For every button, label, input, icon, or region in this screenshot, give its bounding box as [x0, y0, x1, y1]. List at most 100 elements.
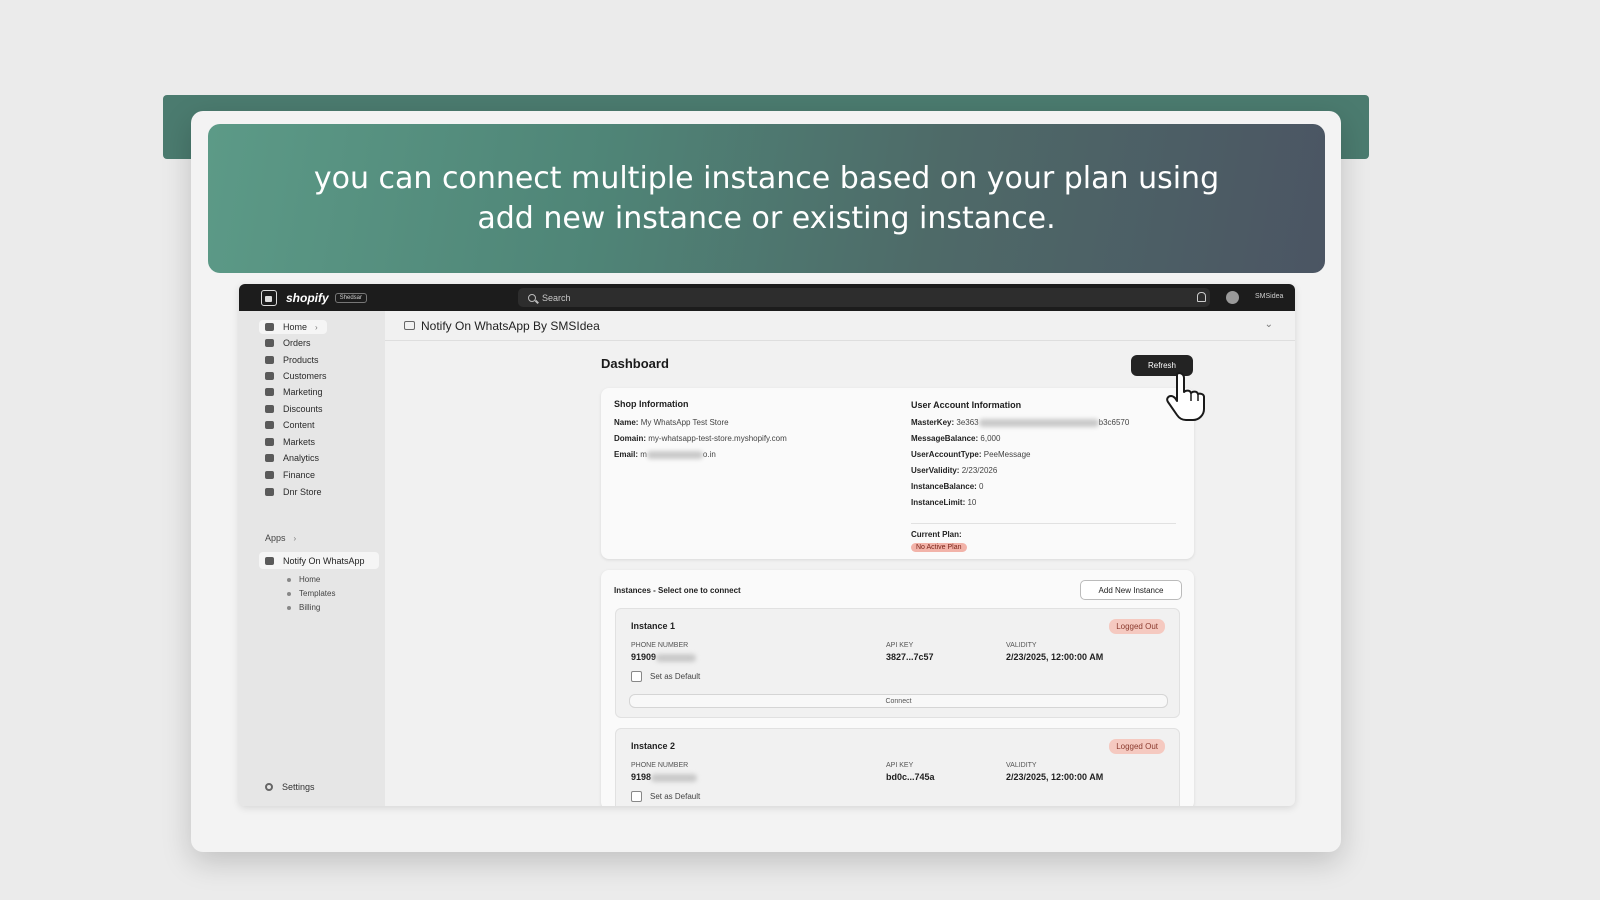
- app-title: Notify On WhatsApp By SMSIdea: [421, 318, 600, 333]
- admin-sidebar: Home › Orders Products Customers Marketin…: [239, 311, 385, 806]
- set-default-checkbox[interactable]: [631, 791, 642, 802]
- sidebar-item-customers[interactable]: Customers: [265, 369, 327, 383]
- bar-chart-icon: [265, 454, 274, 462]
- app-sub-item-templates[interactable]: Templates: [287, 589, 335, 598]
- admin-search-bar[interactable]: Search: [518, 288, 1210, 307]
- chevron-right-icon: ›: [293, 534, 297, 543]
- user-avatar[interactable]: [1226, 291, 1239, 304]
- target-icon: [265, 388, 274, 396]
- sidebar-item-finance[interactable]: Finance: [265, 468, 315, 482]
- shopify-bag-icon: [261, 289, 277, 306]
- validity-label: VALIDITY: [1006, 642, 1037, 649]
- status-badge: Logged Out: [1109, 739, 1165, 754]
- instances-card: Instances - Select one to connect Add Ne…: [601, 570, 1194, 806]
- sidebar-item-online-store[interactable]: Dnr Store: [265, 485, 322, 499]
- info-card: Shop Information Name: My WhatsApp Test …: [601, 388, 1194, 559]
- instance-name: Instance 1: [631, 621, 676, 631]
- store-badge: Shedsar: [334, 292, 368, 303]
- redacted-phone: [651, 773, 698, 782]
- sidebar-item-home[interactable]: Home ›: [259, 320, 327, 334]
- orders-icon: [265, 339, 274, 347]
- caption-text: you can connect multiple instance based …: [313, 160, 1220, 236]
- chevron-down-icon[interactable]: ⌄: [1265, 319, 1273, 330]
- instance-limit-row: InstanceLimit: 10: [911, 498, 977, 507]
- redacted-email: [646, 450, 703, 459]
- sidebar-item-products[interactable]: Products: [265, 353, 319, 367]
- bullet-icon: [287, 577, 291, 582]
- redacted-master-key: [978, 418, 1099, 427]
- message-balance-row: MessageBalance: 6,000: [911, 434, 1001, 443]
- redacted-phone: [656, 653, 697, 662]
- chat-icon: [404, 321, 415, 330]
- finance-icon: [265, 471, 274, 479]
- app-sub-item-billing[interactable]: Billing: [287, 603, 320, 612]
- tag-icon: [265, 356, 274, 364]
- app-icon: [265, 556, 274, 565]
- account-info-title: User Account Information: [911, 400, 1022, 410]
- person-icon: [265, 372, 274, 380]
- set-default-row[interactable]: Set as Default: [631, 671, 700, 682]
- sidebar-item-settings[interactable]: Settings: [265, 782, 315, 792]
- current-plan-label: Current Plan:: [911, 530, 962, 539]
- api-key-value: bd0c...745a: [886, 772, 935, 782]
- api-key-value: 3827...7c57: [886, 652, 934, 662]
- divider: [911, 523, 1176, 524]
- shop-info-title: Shop Information: [614, 399, 689, 409]
- shop-domain-row: Domain: my-whatsapp-test-store.myshopify…: [614, 434, 787, 443]
- store-icon: [265, 488, 274, 496]
- shopify-admin-window: shopify Shedsar Search SMSidea Home › Ord…: [239, 284, 1295, 806]
- chevron-right-icon: ›: [315, 322, 318, 332]
- shop-email-row: Email: m o.in: [614, 450, 716, 459]
- app-header: Notify On WhatsApp By SMSIdea ⌄: [385, 311, 1295, 341]
- phone-value: 91909: [631, 652, 697, 662]
- shop-name-row: Name: My WhatsApp Test Store: [614, 418, 729, 427]
- discount-icon: [265, 405, 274, 413]
- content-icon: [265, 421, 274, 429]
- bullet-icon: [287, 591, 291, 596]
- search-placeholder: Search: [542, 292, 571, 303]
- sidebar-item-discounts[interactable]: Discounts: [265, 402, 323, 416]
- validity-value: 2/23/2025, 12:00:00 AM: [1006, 772, 1104, 782]
- admin-topbar: shopify Shedsar Search SMSidea: [239, 284, 1295, 311]
- instances-title: Instances - Select one to connect: [614, 586, 741, 595]
- validity-value: 2/23/2025, 12:00:00 AM: [1006, 652, 1104, 662]
- markets-icon: [265, 438, 274, 446]
- instance-name: Instance 2: [631, 741, 676, 751]
- search-icon: [528, 293, 536, 302]
- hand-pointer-cursor-icon: [1166, 372, 1205, 421]
- bullet-icon: [287, 605, 291, 610]
- shopify-logo-text: shopify: [286, 290, 329, 305]
- account-type-row: UserAccountType: PeeMessage: [911, 450, 1031, 459]
- phone-label: PHONE NUMBER: [631, 762, 689, 769]
- sidebar-item-markets[interactable]: Markets: [265, 435, 315, 449]
- sidebar-item-marketing[interactable]: Marketing: [265, 385, 323, 399]
- api-key-label: API KEY: [886, 642, 914, 649]
- plan-status-badge: No Active Plan: [911, 543, 967, 552]
- page-title: Dashboard: [601, 356, 669, 371]
- instance-item: Instance 1 Logged Out PHONE NUMBER 91909…: [615, 608, 1180, 718]
- phone-value: 9198: [631, 772, 698, 782]
- api-key-label: API KEY: [886, 762, 914, 769]
- sidebar-item-analytics[interactable]: Analytics: [265, 451, 319, 465]
- user-name[interactable]: SMSidea: [1255, 293, 1283, 300]
- user-validity-row: UserValidity: 2/23/2026: [911, 466, 998, 475]
- add-new-instance-button[interactable]: Add New Instance: [1080, 580, 1182, 600]
- instance-item: Instance 2 Logged Out PHONE NUMBER 9198 …: [615, 728, 1180, 806]
- sidebar-item-content[interactable]: Content: [265, 418, 315, 432]
- status-badge: Logged Out: [1109, 619, 1165, 634]
- apps-section-label[interactable]: Apps ›: [265, 533, 296, 543]
- instance-balance-row: InstanceBalance: 0: [911, 482, 984, 491]
- home-icon: [265, 323, 274, 331]
- set-default-row[interactable]: Set as Default: [631, 791, 700, 802]
- master-key-row: MasterKey: 3e363 b3c6570: [911, 418, 1130, 427]
- set-default-checkbox[interactable]: [631, 671, 642, 682]
- phone-label: PHONE NUMBER: [631, 642, 689, 649]
- validity-label: VALIDITY: [1006, 762, 1037, 769]
- sidebar-app-notify-whatsapp[interactable]: Notify On WhatsApp: [259, 552, 379, 569]
- gear-icon: [265, 783, 273, 791]
- connect-button[interactable]: Connect: [629, 694, 1168, 708]
- sidebar-item-orders[interactable]: Orders: [265, 336, 311, 350]
- app-sub-item-home[interactable]: Home: [287, 575, 320, 584]
- notification-bell-icon[interactable]: [1197, 292, 1206, 302]
- caption-banner: you can connect multiple instance based …: [208, 124, 1325, 273]
